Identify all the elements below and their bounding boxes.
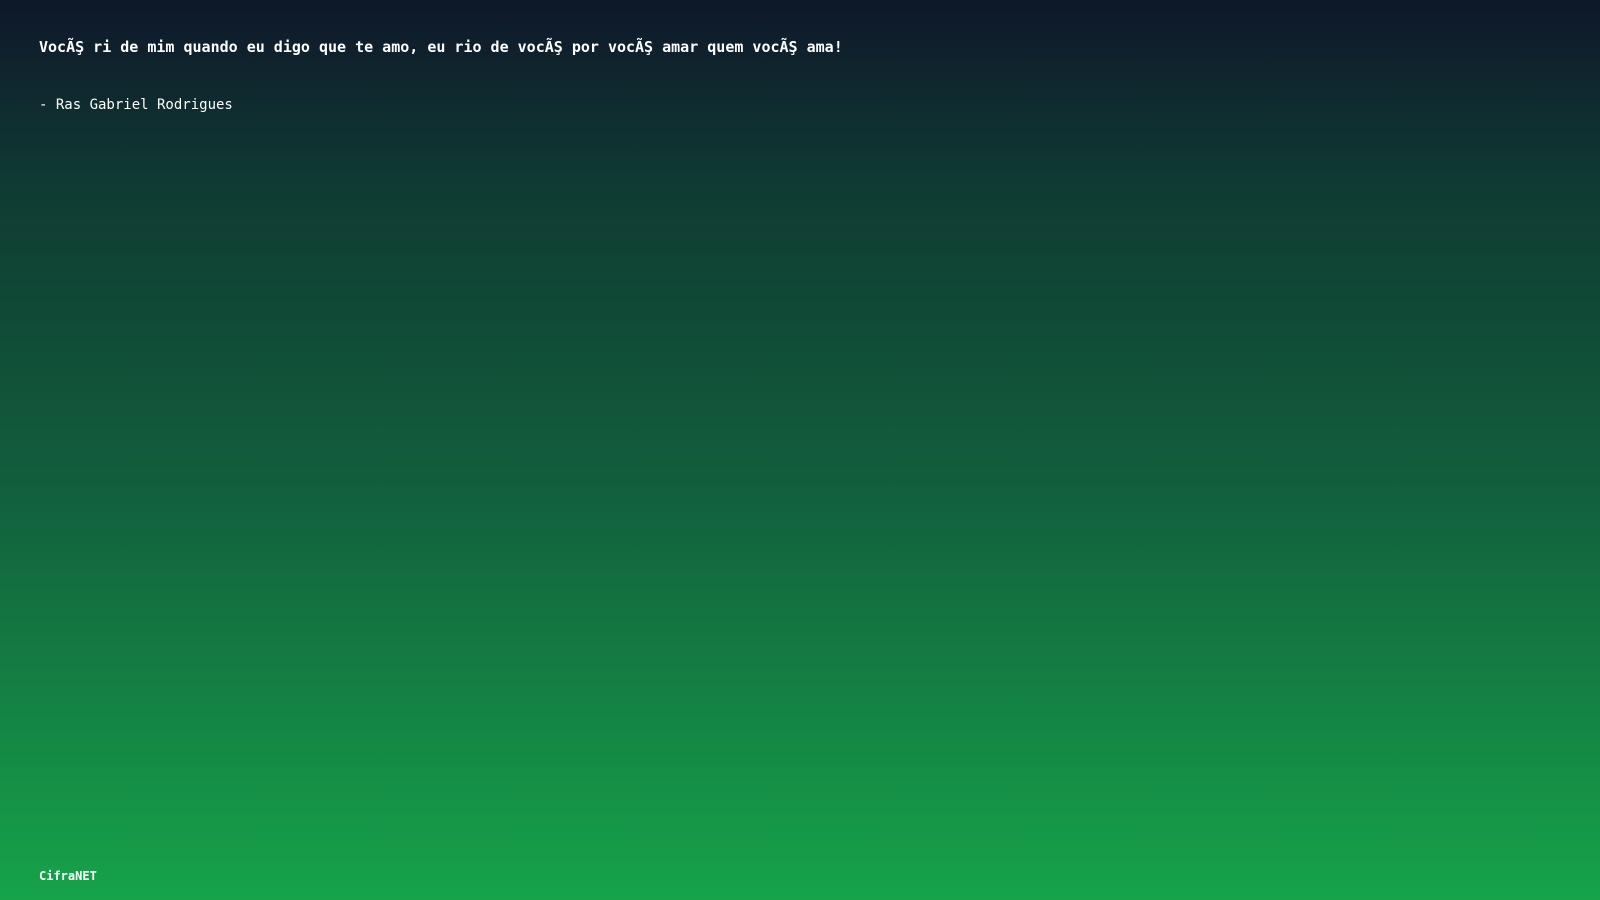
brand-name: CifraNET <box>39 869 97 883</box>
quote-block: VocÃŞ ri de mim quando eu digo que te am… <box>39 36 1239 115</box>
quote-author: - Ras Gabriel Rodrigues <box>39 97 233 113</box>
quote-text: VocÃŞ ri de mim quando eu digo que te am… <box>39 38 843 56</box>
